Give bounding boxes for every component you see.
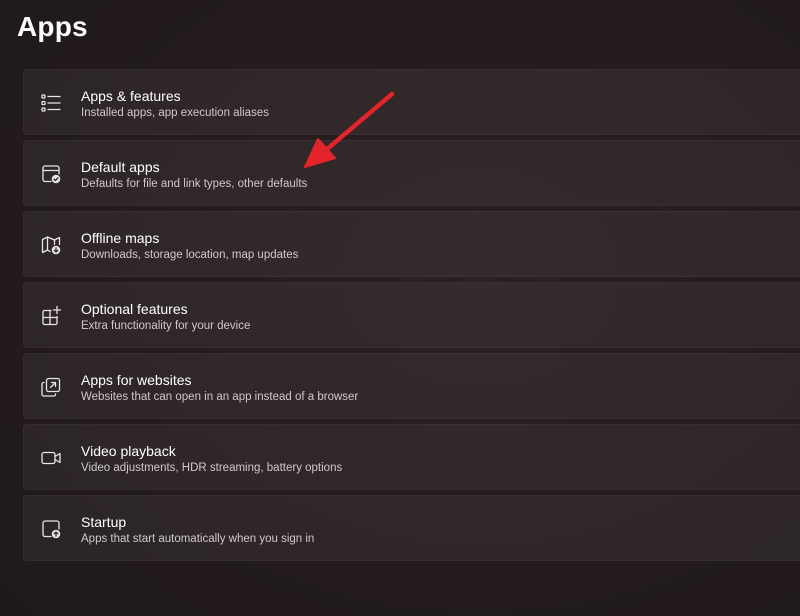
settings-item-subtitle: Apps that start automatically when you s… (81, 533, 315, 545)
settings-item-title: Video playback (81, 443, 176, 459)
settings-item-apps-features[interactable]: Apps & features Installed apps, app exec… (23, 69, 800, 135)
settings-item-subtitle: Installed apps, app execution aliases (81, 107, 269, 119)
settings-item-startup[interactable]: Startup Apps that start automatically wh… (23, 495, 800, 561)
settings-item-subtitle: Defaults for file and link types, other … (81, 178, 308, 190)
optional-features-icon (40, 305, 62, 327)
settings-item-title: Startup (81, 514, 127, 530)
settings-item-subtitle: Downloads, storage location, map updates (81, 249, 299, 261)
startup-icon (40, 518, 62, 540)
apps-for-websites-icon (40, 376, 62, 398)
settings-item-apps-for-websites[interactable]: Apps for websites Websites that can open… (23, 353, 800, 419)
settings-item-title: Apps for websites (81, 372, 192, 388)
offline-map-icon (40, 234, 62, 256)
settings-item-title: Optional features (81, 301, 188, 317)
settings-item-subtitle: Extra functionality for your device (81, 320, 251, 332)
default-apps-icon (40, 163, 62, 185)
settings-item-default-apps[interactable]: Default apps Defaults for file and link … (23, 140, 800, 206)
settings-item-subtitle: Websites that can open in an app instead… (81, 391, 359, 403)
settings-list: Apps & features Installed apps, app exec… (23, 69, 800, 566)
settings-item-title: Offline maps (81, 230, 160, 246)
page-title: Apps (17, 11, 88, 42)
settings-item-offline-maps[interactable]: Offline maps Downloads, storage location… (23, 211, 800, 277)
settings-item-subtitle: Video adjustments, HDR streaming, batter… (81, 462, 343, 474)
settings-item-title: Apps & features (81, 88, 181, 104)
settings-item-title: Default apps (81, 159, 160, 175)
settings-item-optional-features[interactable]: Optional features Extra functionality fo… (23, 282, 800, 348)
settings-item-video-playback[interactable]: Video playback Video adjustments, HDR st… (23, 424, 800, 490)
video-camera-icon (40, 447, 62, 469)
apps-list-icon (40, 92, 62, 114)
